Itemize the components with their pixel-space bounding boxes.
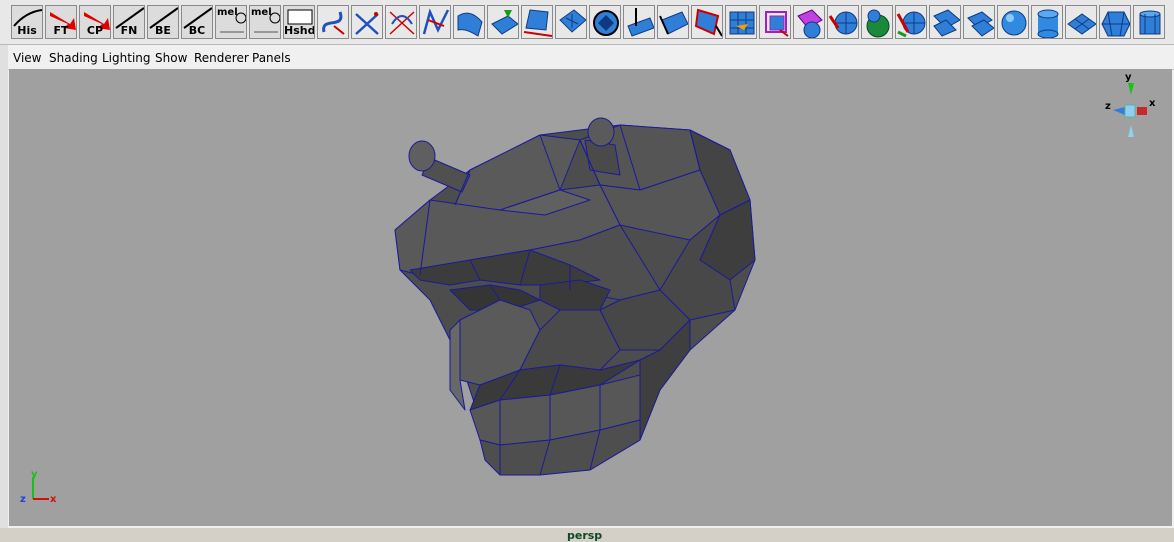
- camera-label: persp: [567, 529, 603, 542]
- face-normals-button[interactable]: FN: [113, 5, 145, 39]
- menu-renderer[interactable]: Renderer: [194, 51, 249, 65]
- history-button[interactable]: His: [11, 5, 43, 39]
- poly-soccer-ball-icon[interactable]: [1099, 5, 1131, 39]
- arc-tool-icon[interactable]: [419, 5, 451, 39]
- center-pivot-button[interactable]: CP: [79, 5, 111, 39]
- cylinder-icon[interactable]: [1031, 5, 1063, 39]
- border-edges-button[interactable]: BE: [147, 5, 179, 39]
- rebuild-surface-icon[interactable]: [725, 5, 757, 39]
- sculpt-icon[interactable]: [827, 5, 859, 39]
- svg-text:x: x: [50, 494, 57, 505]
- menu-lighting[interactable]: Lighting: [102, 51, 151, 65]
- poly-cylinder-icon[interactable]: [1133, 5, 1165, 39]
- subdiv-icon[interactable]: [929, 5, 961, 39]
- head-mesh: [394, 117, 756, 476]
- cv-curve-icon[interactable]: [317, 5, 349, 39]
- svg-text:z: z: [20, 494, 26, 505]
- poly-plane-icon[interactable]: [1065, 5, 1097, 39]
- ep-curve-icon[interactable]: [351, 5, 383, 39]
- svg-text:y: y: [31, 469, 38, 480]
- menu-view[interactable]: View: [13, 51, 41, 65]
- viewport-panel: View Shading Lighting Show Renderer Pane…: [8, 45, 1174, 542]
- pencil-curve-icon[interactable]: [385, 5, 417, 39]
- swirl-icon: [254, 12, 280, 33]
- lattice-icon[interactable]: [759, 5, 791, 39]
- backface-culling-button[interactable]: BC: [181, 5, 213, 39]
- 3d-viewport[interactable]: y z x y z x: [9, 69, 1172, 526]
- menu-panels[interactable]: Panels: [252, 51, 291, 65]
- svg-text:x: x: [1149, 98, 1156, 109]
- sphere-primitive-icon[interactable]: [997, 5, 1029, 39]
- menu-shading[interactable]: Shading: [49, 51, 98, 65]
- hardware-shade-button[interactable]: Hshd: [283, 5, 315, 39]
- planar-icon[interactable]: [521, 5, 553, 39]
- mel-script-1-button[interactable]: mel: [215, 5, 247, 39]
- shelf: His FT CP FN BE BC mel mel Hshd: [0, 0, 1174, 45]
- loft-icon[interactable]: [487, 5, 519, 39]
- attach-surface-icon[interactable]: [691, 5, 723, 39]
- revolve-icon[interactable]: [453, 5, 485, 39]
- project-curve-icon[interactable]: [623, 5, 655, 39]
- svg-text:z: z: [1105, 101, 1111, 112]
- swirl-icon: [220, 12, 246, 33]
- trim-icon[interactable]: [657, 5, 689, 39]
- cluster-icon[interactable]: [793, 5, 825, 39]
- origin-axes: y z x: [20, 469, 57, 505]
- menu-show[interactable]: Show: [155, 51, 187, 65]
- mel-script-2-button[interactable]: mel: [249, 5, 281, 39]
- extrude-icon[interactable]: [555, 5, 587, 39]
- sphere-green-icon[interactable]: [861, 5, 893, 39]
- panel-menubar: View Shading Lighting Show Renderer Pane…: [8, 45, 1174, 70]
- extract-icon[interactable]: [895, 5, 927, 39]
- svg-text:y: y: [1125, 72, 1132, 83]
- view-axis-indicator[interactable]: y z x: [1097, 69, 1167, 144]
- freeze-transform-button[interactable]: FT: [45, 5, 77, 39]
- bevel-icon[interactable]: [589, 5, 621, 39]
- plane-icon[interactable]: [963, 5, 995, 39]
